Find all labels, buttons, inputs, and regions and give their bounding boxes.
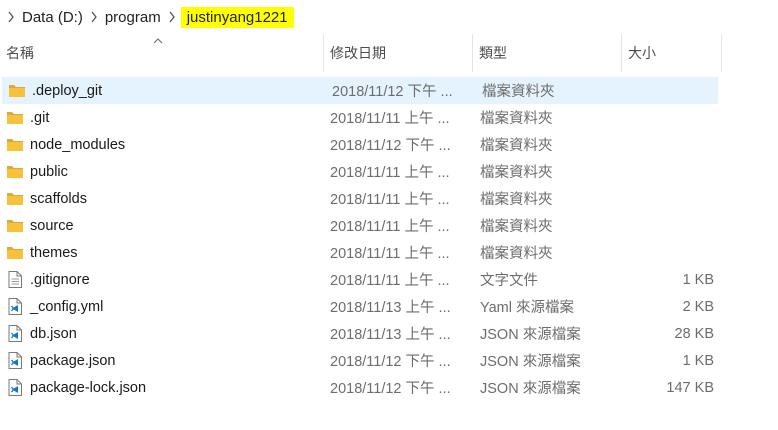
column-name-label: 名稱 bbox=[6, 45, 34, 61]
file-name[interactable]: source bbox=[30, 212, 74, 239]
file-date: 2018/11/11 上午 ... bbox=[330, 165, 450, 181]
file-type: JSON 來源檔案 bbox=[480, 381, 581, 397]
file-name[interactable]: node_modules bbox=[30, 131, 125, 158]
file-date: 2018/11/12 下午 ... bbox=[330, 381, 451, 397]
file-row[interactable]: package-lock.json 2018/11/12 下午 ... JSON 來… bbox=[0, 374, 720, 401]
text-file-icon bbox=[6, 266, 24, 293]
file-type: 檔案資料夾 bbox=[480, 138, 553, 154]
file-name[interactable]: .gitignore bbox=[30, 266, 90, 293]
column-date-label: 修改日期 bbox=[330, 45, 386, 61]
file-row[interactable]: package.json 2018/11/12 下午 ... JSON 來源檔案 1 … bbox=[0, 347, 720, 374]
folder-icon bbox=[6, 104, 24, 131]
file-date: 2018/11/11 上午 ... bbox=[330, 111, 450, 127]
file-type: JSON 來源檔案 bbox=[480, 354, 581, 370]
column-header: 名稱 修改日期 類型 大小 bbox=[0, 34, 778, 72]
file-date: 2018/11/11 上午 ... bbox=[330, 219, 450, 235]
breadcrumb: Data (D:) program justinyang1221 bbox=[0, 0, 778, 34]
chevron-right-icon[interactable] bbox=[6, 10, 16, 24]
file-date: 2018/11/12 下午 ... bbox=[330, 138, 451, 154]
file-size: 1 KB bbox=[682, 271, 714, 288]
file-row[interactable]: db.json 2018/11/13 上午 ... JSON 來源檔案 28 KB bbox=[0, 320, 720, 347]
file-name[interactable]: .git bbox=[30, 104, 49, 131]
file-name[interactable]: _config.yml bbox=[30, 293, 103, 320]
file-type: 檔案資料夾 bbox=[480, 192, 553, 208]
breadcrumb-item-program[interactable]: program bbox=[103, 7, 163, 28]
file-type: 檔案資料夾 bbox=[482, 84, 555, 100]
folder-icon bbox=[6, 239, 24, 266]
file-size: 1 KB bbox=[682, 352, 714, 369]
file-type: 檔案資料夾 bbox=[480, 165, 553, 181]
file-row[interactable]: _config.yml 2018/11/13 上午 ... Yaml 來源檔案 2 K… bbox=[0, 293, 720, 320]
chevron-right-icon[interactable] bbox=[89, 10, 99, 24]
folder-icon bbox=[6, 185, 24, 212]
folder-icon bbox=[8, 77, 26, 104]
column-header-date[interactable]: 修改日期 bbox=[324, 34, 473, 72]
file-size: 2 KB bbox=[682, 298, 714, 315]
file-name[interactable]: package.json bbox=[30, 347, 115, 374]
chevron-right-icon[interactable] bbox=[167, 10, 177, 24]
file-date: 2018/11/11 上午 ... bbox=[330, 192, 450, 208]
file-type: 文字文件 bbox=[480, 273, 538, 289]
folder-icon bbox=[6, 131, 24, 158]
file-type: 檔案資料夾 bbox=[480, 219, 553, 235]
file-date: 2018/11/11 上午 ... bbox=[330, 273, 450, 289]
breadcrumb-item-drive[interactable]: Data (D:) bbox=[20, 7, 85, 28]
file-row[interactable]: public 2018/11/11 上午 ... 檔案資料夾 bbox=[0, 158, 720, 185]
file-row[interactable]: node_modules 2018/11/12 下午 ... 檔案資料夾 bbox=[0, 131, 720, 158]
file-row[interactable]: source 2018/11/11 上午 ... 檔案資料夾 bbox=[0, 212, 720, 239]
file-type: JSON 來源檔案 bbox=[480, 327, 581, 343]
column-header-type[interactable]: 類型 bbox=[473, 34, 622, 72]
file-row[interactable]: themes 2018/11/11 上午 ... 檔案資料夾 bbox=[0, 239, 720, 266]
file-date: 2018/11/12 下午 ... bbox=[332, 84, 453, 100]
file-row[interactable]: .gitignore 2018/11/11 上午 ... 文字文件 1 KB bbox=[0, 266, 720, 293]
file-date: 2018/11/13 上午 ... bbox=[330, 300, 451, 316]
file-name[interactable]: .deploy_git bbox=[32, 77, 102, 104]
vscode-file-icon bbox=[6, 320, 24, 347]
folder-icon bbox=[6, 212, 24, 239]
column-header-size[interactable]: 大小 bbox=[622, 34, 722, 72]
file-row[interactable]: .git 2018/11/11 上午 ... 檔案資料夾 bbox=[0, 104, 720, 131]
file-date: 2018/11/13 上午 ... bbox=[330, 327, 451, 343]
file-row[interactable]: .deploy_git 2018/11/12 下午 ... 檔案資料夾 bbox=[2, 77, 718, 104]
column-header-name[interactable]: 名稱 bbox=[0, 34, 324, 72]
file-date: 2018/11/12 下午 ... bbox=[330, 354, 451, 370]
file-size: 28 KB bbox=[674, 325, 715, 342]
file-size: 147 KB bbox=[666, 379, 714, 396]
file-type: Yaml 來源檔案 bbox=[480, 300, 574, 316]
file-name[interactable]: package-lock.json bbox=[30, 374, 146, 401]
folder-icon bbox=[6, 158, 24, 185]
file-name[interactable]: themes bbox=[30, 239, 78, 266]
column-size-label: 大小 bbox=[628, 45, 656, 61]
file-type: 檔案資料夾 bbox=[480, 111, 553, 127]
breadcrumb-item-current[interactable]: justinyang1221 bbox=[180, 6, 294, 28]
file-type: 檔案資料夾 bbox=[480, 246, 553, 262]
file-name[interactable]: db.json bbox=[30, 320, 77, 347]
file-name[interactable]: public bbox=[30, 158, 68, 185]
column-type-label: 類型 bbox=[479, 45, 507, 61]
vscode-file-icon bbox=[6, 293, 24, 320]
vscode-file-icon bbox=[6, 347, 24, 374]
file-row[interactable]: scaffolds 2018/11/11 上午 ... 檔案資料夾 bbox=[0, 185, 720, 212]
vscode-file-icon bbox=[6, 374, 24, 401]
file-date: 2018/11/11 上午 ... bbox=[330, 246, 450, 262]
file-name[interactable]: scaffolds bbox=[30, 185, 87, 212]
